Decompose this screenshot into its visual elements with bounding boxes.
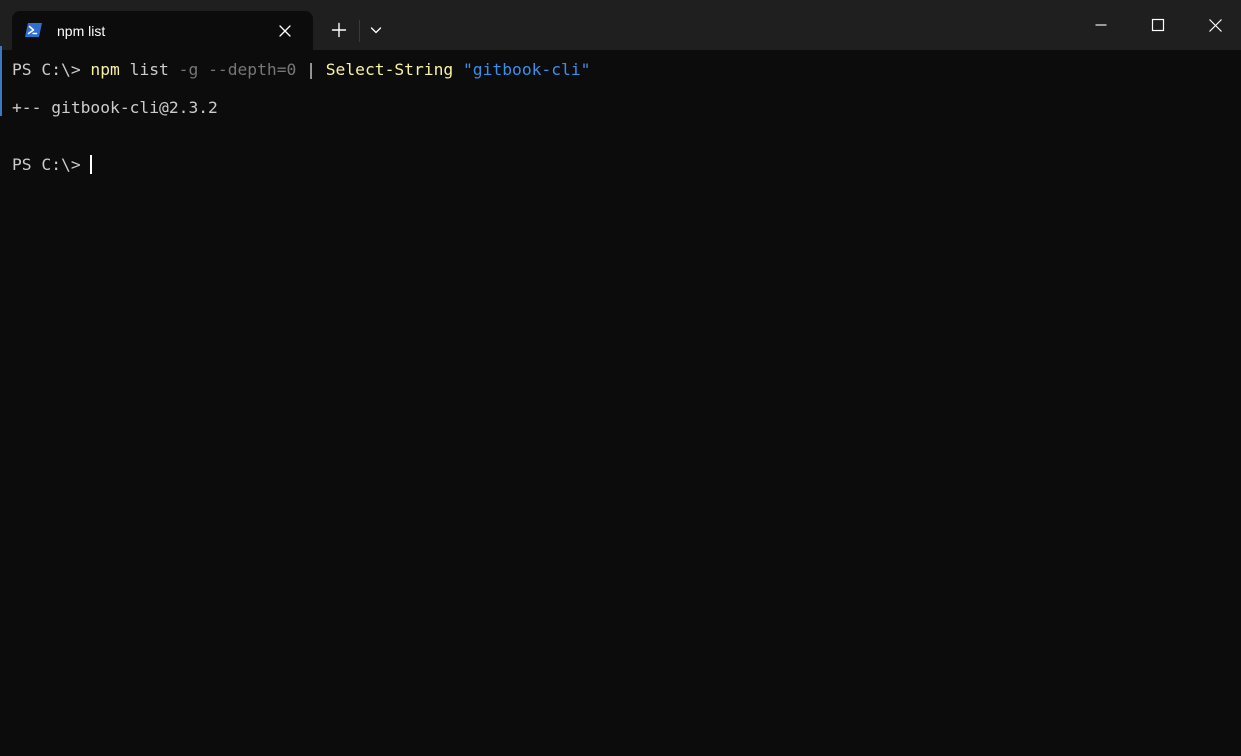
prompt: PS C:\> bbox=[12, 155, 91, 174]
maximize-button[interactable] bbox=[1129, 0, 1187, 50]
parameter-depth: --depth=0 bbox=[208, 60, 297, 79]
text-cursor bbox=[90, 155, 93, 174]
powershell-icon bbox=[25, 23, 42, 37]
prompt: PS C:\> bbox=[12, 60, 91, 79]
chevron-down-icon bbox=[370, 27, 382, 34]
title-bar[interactable]: npm list bbox=[0, 0, 1241, 50]
close-icon[interactable] bbox=[277, 23, 293, 39]
tab-title: npm list bbox=[57, 23, 106, 39]
close-icon bbox=[1208, 18, 1222, 32]
tab-dropdown-button[interactable] bbox=[362, 14, 390, 46]
minimize-icon bbox=[1095, 24, 1107, 26]
cmdlet-name: Select-String bbox=[325, 60, 454, 79]
command-line: PS C:\> npm list -g --depth=0 | Select-S… bbox=[12, 58, 590, 82]
maximize-icon bbox=[1151, 18, 1165, 32]
toolbar-divider bbox=[359, 20, 360, 42]
new-tab-button[interactable] bbox=[325, 14, 353, 46]
string-argument: "gitbook-cli" bbox=[463, 60, 591, 79]
pipe-operator: | bbox=[296, 60, 326, 79]
plus-icon bbox=[331, 22, 347, 38]
current-prompt-line[interactable]: PS C:\> bbox=[12, 153, 93, 177]
minimize-button[interactable] bbox=[1072, 0, 1130, 50]
output-line: +-- gitbook-cli@2.3.2 bbox=[12, 98, 218, 117]
tab-npm-list[interactable]: npm list bbox=[12, 11, 313, 50]
focus-accent-edge bbox=[0, 46, 2, 116]
command-argument: list bbox=[119, 60, 179, 79]
terminal-window: npm list PS C:\> npm list -g --depth=0 |… bbox=[0, 0, 1241, 756]
close-window-button[interactable] bbox=[1186, 0, 1241, 50]
command-name: npm bbox=[90, 60, 120, 79]
parameter-global: -g bbox=[178, 60, 199, 79]
terminal-output-area[interactable]: PS C:\> npm list -g --depth=0 | Select-S… bbox=[12, 58, 1241, 756]
